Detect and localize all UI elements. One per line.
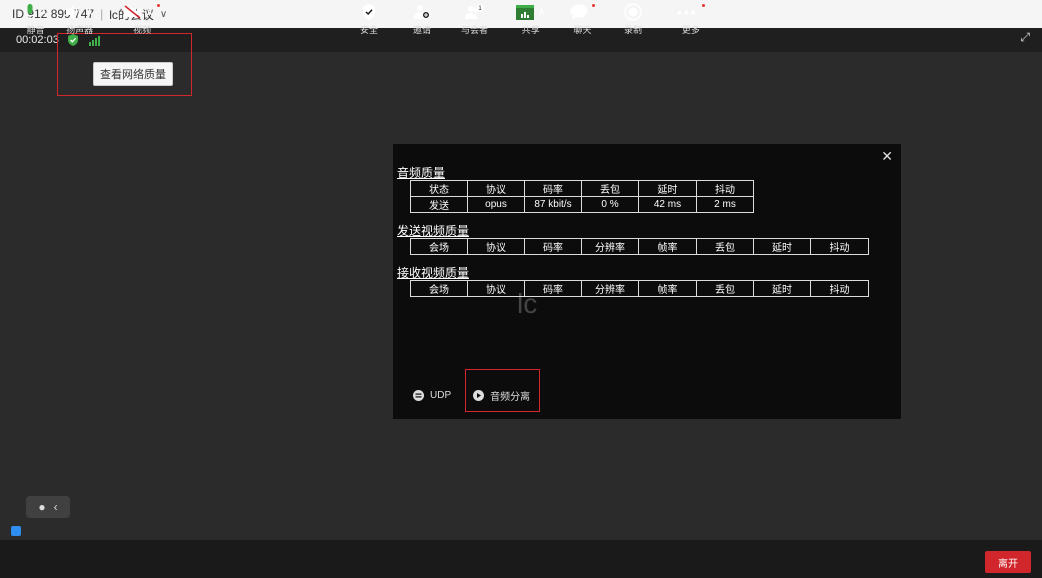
table-cell: 发送 (410, 196, 468, 213)
udp-indicator: UDP (413, 390, 451, 401)
table-header-cell: 码率 (524, 238, 582, 255)
table-header-cell: 状态 (410, 180, 468, 197)
table-header-cell: 丢包 (696, 280, 754, 297)
video-button[interactable]: ∧ 视频 (124, 2, 161, 36)
table-header-cell: 延时 (753, 238, 811, 255)
chevron-up-icon[interactable]: ∧ (86, 7, 93, 18)
record-icon (624, 3, 642, 21)
chat-bubble-icon: ● (38, 500, 46, 514)
table-header-cell: 丢包 (581, 180, 639, 197)
table-header-cell: 协议 (467, 280, 525, 297)
chevron-left-icon: ‹ (53, 500, 58, 514)
table-header-cell: 丢包 (696, 238, 754, 255)
table-cell: 87 kbit/s (524, 196, 582, 213)
highlight-box (465, 369, 540, 412)
table-header-cell: 会场 (410, 238, 468, 255)
chevron-down-icon[interactable]: ∨ (160, 9, 167, 20)
table-header-cell: 延时 (638, 180, 697, 197)
table-header-cell: 分辨率 (581, 280, 639, 297)
table-header-cell: 协议 (467, 180, 525, 197)
table-header-cell: 会场 (410, 280, 468, 297)
speaker-icon (66, 5, 81, 19)
microphone-icon (24, 4, 36, 19)
chat-panel-toggle[interactable]: ● ‹ (26, 496, 70, 518)
participants-button[interactable]: 1 与会者 (461, 2, 488, 36)
security-button[interactable]: 安全 (360, 2, 378, 36)
title-separator: | (100, 7, 104, 21)
record-label: 录制 (624, 25, 643, 35)
share-label: 共享 (521, 25, 540, 35)
protocol-icon (413, 390, 424, 401)
chevron-up-icon[interactable]: ∧ (146, 7, 153, 18)
receive-video-quality-table: 会场 协议 码率 分辨率 帧率 丢包 延时 抖动 (410, 280, 869, 297)
chevron-up-icon[interactable]: ∧ (40, 7, 47, 18)
notification-dot (157, 3, 161, 7)
table-header-cell: 码率 (524, 280, 582, 297)
table-header-cell: 抖动 (696, 180, 754, 197)
audio-quality-title: 音频质量 (397, 166, 446, 180)
avatar[interactable] (11, 526, 21, 536)
chat-button[interactable]: 聊天 (570, 2, 595, 36)
close-icon[interactable]: ✕ (881, 148, 893, 165)
audio-quality-table: 状态 协议 码率 丢包 延时 抖动 发送 opus 87 kbit/s 0 % … (410, 180, 754, 213)
notification-dot (592, 3, 595, 7)
more-dots-icon: ••• (677, 4, 698, 20)
invite-label: 邀请 (413, 25, 432, 35)
table-row: 发送 opus 87 kbit/s 0 % 42 ms 2 ms (410, 196, 754, 213)
mute-button[interactable]: ∧ 静音 (24, 2, 47, 36)
network-quality-tooltip: 查看网络质量 (93, 62, 173, 86)
security-label: 安全 (360, 25, 379, 35)
video-label: 视频 (133, 25, 152, 35)
chat-label: 聊天 (573, 25, 592, 35)
send-video-quality-title: 发送视频质量 (397, 224, 470, 238)
share-screen-icon (516, 4, 534, 20)
receive-video-quality-title: 接收视频质量 (397, 266, 470, 280)
fullscreen-icon[interactable]: ⤢ (1020, 30, 1030, 45)
speaker-label: 扬声器 (66, 25, 94, 35)
udp-label: UDP (430, 390, 452, 401)
table-header-cell: 分辨率 (581, 238, 639, 255)
participants-label: 与会者 (461, 25, 489, 35)
table-cell: 42 ms (638, 196, 697, 213)
table-header-cell: 抖动 (810, 238, 869, 255)
share-button[interactable]: ∧ 共享 (516, 2, 545, 36)
video-off-icon (124, 5, 141, 19)
leave-button[interactable]: 离开 (985, 551, 1031, 573)
table-header-cell: 抖动 (810, 280, 869, 297)
table-header-cell: 协议 (467, 238, 525, 255)
more-button[interactable]: ••• 更多 (677, 2, 705, 36)
chevron-up-icon[interactable]: ∧ (538, 7, 545, 18)
add-user-icon (414, 5, 430, 19)
table-cell: 2 ms (696, 196, 754, 213)
table-header-cell: 帧率 (638, 238, 697, 255)
notification-dot (701, 3, 705, 7)
send-video-quality-table: 会场 协议 码率 分辨率 帧率 丢包 延时 抖动 (410, 238, 869, 255)
table-row: 会场 协议 码率 分辨率 帧率 丢包 延时 抖动 (410, 238, 869, 255)
participants-icon: 1 (464, 4, 484, 19)
table-cell: opus (467, 196, 525, 213)
mute-label: 静音 (26, 25, 45, 35)
meeting-toolbar (0, 540, 1042, 578)
table-cell: 0 % (581, 196, 639, 213)
table-row: 会场 协议 码率 分辨率 帧率 丢包 延时 抖动 (410, 280, 869, 297)
invite-button[interactable]: 邀请 (413, 2, 431, 36)
table-header-cell: 帧率 (638, 280, 697, 297)
speaker-button[interactable]: ∧ 扬声器 (66, 2, 93, 36)
table-header-cell: 延时 (753, 280, 811, 297)
shield-icon (363, 4, 375, 20)
record-button[interactable]: 录制 (624, 2, 642, 36)
table-row: 状态 协议 码率 丢包 延时 抖动 (410, 180, 754, 197)
chat-icon (570, 4, 588, 20)
more-label: 更多 (681, 25, 700, 35)
table-header-cell: 码率 (524, 180, 582, 197)
